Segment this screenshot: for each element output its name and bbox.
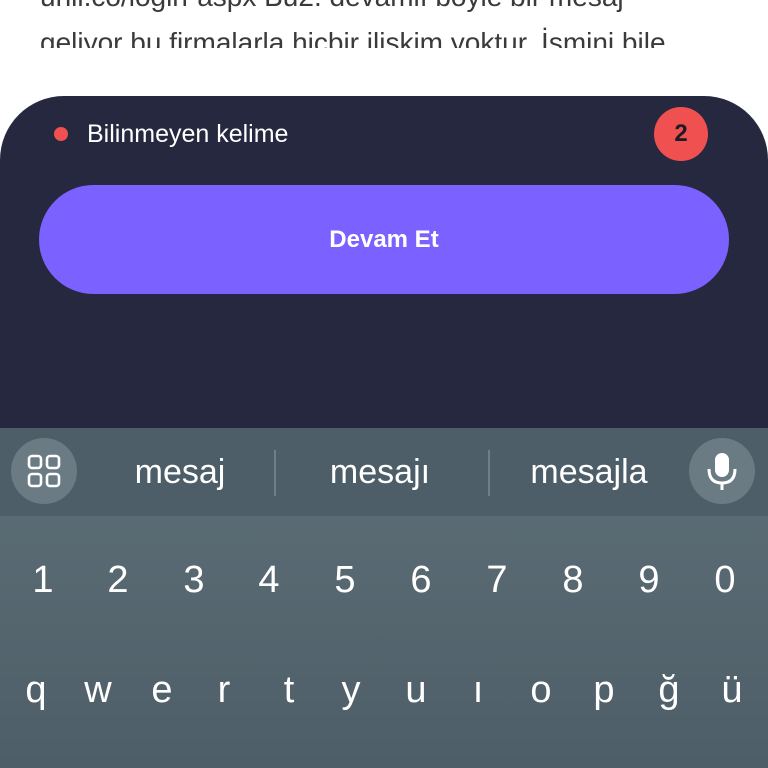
number-key-row: 1 2 3 4 5 6 7 8 9 0 xyxy=(0,540,768,620)
key-y[interactable]: y xyxy=(316,650,386,730)
article-line-2: geliyor bu firmalarla hiçbir ilişkim yok… xyxy=(40,27,666,48)
unknown-word-label: Bilinmeyen kelime xyxy=(87,119,289,148)
key-1[interactable]: 1 xyxy=(8,540,78,620)
key-q[interactable]: q xyxy=(1,650,71,730)
voice-input-button[interactable] xyxy=(689,438,755,504)
key-7[interactable]: 7 xyxy=(462,540,532,620)
article-line-1: unli.co/login-aspx Bu2. devamlı böyle bi… xyxy=(40,0,624,18)
key-r[interactable]: r xyxy=(189,650,259,730)
suggestion-1[interactable]: mesaj xyxy=(90,428,270,516)
key-3[interactable]: 3 xyxy=(159,540,229,620)
key-dotless-i[interactable]: ı xyxy=(443,650,513,730)
unknown-word-row[interactable]: Bilinmeyen kelime 2 xyxy=(54,107,708,161)
background-article-text: unli.co/login-aspx Bu2. devamlı böyle bi… xyxy=(40,0,740,48)
key-o[interactable]: o xyxy=(506,650,576,730)
suggestion-divider xyxy=(488,450,490,496)
key-8[interactable]: 8 xyxy=(538,540,608,620)
key-u-umlaut[interactable]: ü xyxy=(697,650,767,730)
key-6[interactable]: 6 xyxy=(386,540,456,620)
suggestion-bar: mesaj mesajı mesajla xyxy=(0,428,768,516)
key-w[interactable]: w xyxy=(63,650,133,730)
letter-key-row: q w e r t y u ı o p ğ ü xyxy=(0,650,768,730)
keyboard-menu-button[interactable] xyxy=(11,438,77,504)
continue-button[interactable]: Devam Et xyxy=(39,185,729,294)
key-g-breve[interactable]: ğ xyxy=(634,650,704,730)
suggestion-divider xyxy=(274,450,276,496)
red-dot-icon xyxy=(54,127,68,141)
key-5[interactable]: 5 xyxy=(310,540,380,620)
key-u[interactable]: u xyxy=(381,650,451,730)
grid-icon xyxy=(27,454,61,488)
microphone-icon xyxy=(707,453,737,490)
key-2[interactable]: 2 xyxy=(83,540,153,620)
soft-keyboard: mesaj mesajı mesajla 1 2 3 4 5 6 7 8 9 0… xyxy=(0,428,768,768)
key-e[interactable]: e xyxy=(127,650,197,730)
key-t[interactable]: t xyxy=(254,650,324,730)
suggestion-2[interactable]: mesajı xyxy=(280,428,480,516)
suggestion-3[interactable]: mesajla xyxy=(494,428,684,516)
key-4[interactable]: 4 xyxy=(234,540,304,620)
key-0[interactable]: 0 xyxy=(690,540,760,620)
key-9[interactable]: 9 xyxy=(614,540,684,620)
unknown-word-count-badge: 2 xyxy=(654,107,708,161)
key-p[interactable]: p xyxy=(569,650,639,730)
